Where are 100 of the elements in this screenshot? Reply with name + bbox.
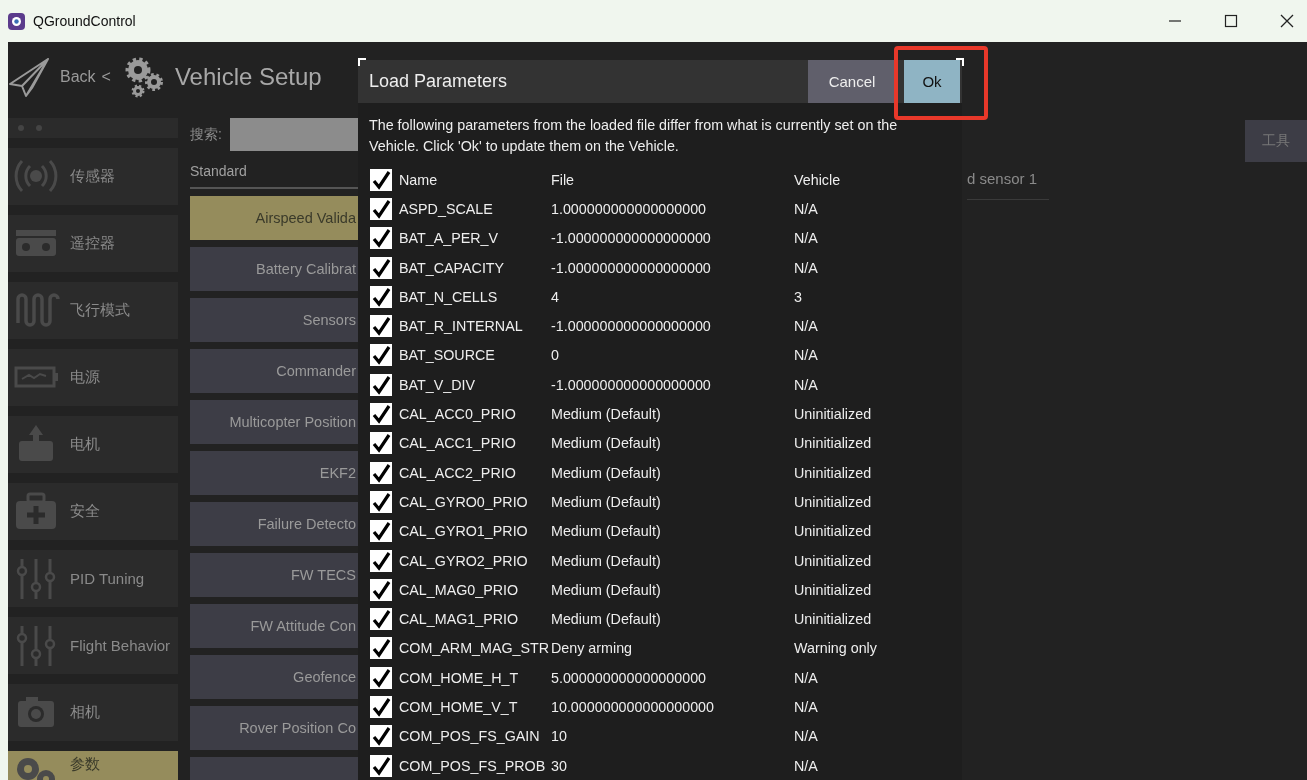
vehicle-value: N/A bbox=[794, 347, 818, 364]
file-value: Medium (Default) bbox=[551, 611, 662, 628]
parameter-group-button[interactable]: Failure Detecto bbox=[190, 502, 358, 546]
parameter-group-button[interactable]: Commander bbox=[190, 349, 358, 393]
vehicle-value: N/A bbox=[794, 318, 818, 335]
paper-plane-icon bbox=[8, 56, 50, 98]
checkbox[interactable] bbox=[370, 403, 392, 425]
file-value: -1.000000000000000000 bbox=[551, 376, 712, 393]
vehicle-value: N/A bbox=[794, 376, 818, 393]
sidebar-item[interactable]: 安全 bbox=[8, 483, 178, 540]
parameter-name: BAT_N_CELLS bbox=[399, 288, 499, 305]
file-value: Medium (Default) bbox=[551, 552, 662, 569]
checkbox[interactable] bbox=[370, 520, 392, 543]
back-button[interactable]: Back < bbox=[60, 68, 111, 86]
checkbox[interactable] bbox=[370, 666, 392, 689]
file-value: -1.000000000000000000 bbox=[551, 259, 712, 276]
vehicle-value: Uninitialized bbox=[794, 611, 872, 628]
vehicle-value: N/A bbox=[794, 259, 818, 276]
vehicle-value: Uninitialized bbox=[794, 435, 872, 452]
sidebar-item[interactable]: 遥控器 bbox=[8, 215, 178, 272]
sidebar-item[interactable]: 电机 bbox=[8, 416, 178, 473]
vehicle-value: N/A bbox=[794, 757, 818, 774]
parameter-name: BAT_SOURCE bbox=[399, 347, 496, 364]
sidebar-item[interactable]: 传感器 bbox=[8, 148, 178, 205]
checkbox[interactable] bbox=[370, 754, 392, 777]
corner-bracket-icon bbox=[956, 58, 964, 66]
sidebar-item[interactable]: 电源 bbox=[8, 349, 178, 406]
checkbox[interactable] bbox=[370, 432, 392, 455]
parameter-group-button[interactable]: EKF2 bbox=[190, 451, 358, 495]
parameter-name: COM_HOME_V_T bbox=[399, 699, 519, 715]
file-value: Medium (Default) bbox=[551, 406, 662, 422]
file-value: Medium (Default) bbox=[551, 581, 662, 598]
parameter-name: CAL_GYRO0_PRIO bbox=[399, 493, 529, 510]
parameter-name: BAT_A_PER_V bbox=[399, 230, 500, 247]
checkbox[interactable] bbox=[370, 227, 392, 250]
checkbox[interactable] bbox=[370, 461, 392, 484]
vehicle-value: N/A bbox=[794, 728, 818, 745]
column-header: File bbox=[551, 171, 576, 188]
file-value: -1.000000000000000000 bbox=[551, 318, 712, 335]
column-header: Name bbox=[399, 171, 439, 188]
parameter-name: BAT_V_DIV bbox=[399, 376, 476, 393]
checkbox[interactable] bbox=[370, 373, 392, 396]
file-value: 30 bbox=[551, 757, 568, 774]
parameter-group-button[interactable]: FW TECS bbox=[190, 553, 358, 597]
parameter-group-button[interactable]: Rover Position Co bbox=[190, 706, 358, 750]
parameter-name: COM_ARM_MAG_STR bbox=[399, 640, 551, 657]
file-value: Medium (Default) bbox=[551, 523, 662, 540]
file-value: 0 bbox=[551, 347, 560, 364]
dialog-title: Load Parameters bbox=[369, 71, 509, 92]
ok-button[interactable]: Ok bbox=[904, 60, 960, 103]
vehicle-value: Uninitialized bbox=[794, 406, 872, 422]
checkbox[interactable] bbox=[370, 578, 392, 601]
file-value: 10 bbox=[551, 728, 568, 745]
parameter-name: ASPD_SCALE bbox=[399, 200, 494, 217]
vehicle-value: 3 bbox=[794, 288, 802, 305]
sidebar-item[interactable]: 飞行模式 bbox=[8, 282, 178, 339]
checkbox[interactable] bbox=[370, 315, 392, 338]
parameter-name: BAT_R_INTERNAL bbox=[399, 318, 524, 335]
vehicle-value: N/A bbox=[794, 669, 818, 686]
parameter-name: COM_POS_FS_GAIN bbox=[399, 728, 541, 745]
corner-bracket-icon bbox=[358, 58, 366, 66]
sidebar-item[interactable]: PID Tuning bbox=[8, 550, 178, 607]
page-title: Vehicle Setup bbox=[174, 63, 322, 91]
parameter-name: CAL_ACC1_PRIO bbox=[399, 435, 517, 452]
vehicle-value: Uninitialized bbox=[794, 523, 872, 540]
parameter-description: d sensor 1 bbox=[967, 170, 1049, 200]
checkbox[interactable] bbox=[370, 549, 392, 572]
vehicle-value: Warning only bbox=[794, 640, 877, 657]
app-logo-icon bbox=[8, 12, 25, 30]
parameter-name: COM_POS_FS_PROB bbox=[399, 757, 547, 774]
sidebar-item[interactable]: 参数 bbox=[8, 751, 178, 780]
checkbox[interactable] bbox=[370, 725, 392, 748]
vehicle-value: Uninitialized bbox=[794, 464, 872, 481]
parameter-group-button[interactable]: Sensors bbox=[190, 298, 358, 342]
file-value: 5.000000000000000000 bbox=[551, 669, 708, 686]
parameter-group-button[interactable]: Airspeed Valida bbox=[190, 196, 358, 240]
cancel-button[interactable]: Cancel bbox=[808, 60, 896, 103]
search-field[interactable] bbox=[229, 118, 358, 151]
vehicle-value: N/A bbox=[794, 200, 818, 217]
checkbox[interactable] bbox=[370, 197, 392, 220]
sidebar-item[interactable]: Flight Behavior bbox=[8, 617, 178, 674]
window-title: QGroundControl bbox=[33, 13, 137, 29]
sidebar-item[interactable]: 相机 bbox=[8, 684, 178, 741]
parameter-group-button[interactable]: Battery Calibrat bbox=[190, 247, 358, 291]
parameter-group-button[interactable]: Multicopter Position bbox=[190, 400, 358, 444]
vehicle-value: Uninitialized bbox=[794, 493, 872, 510]
parameter-group-button[interactable]: FW Attitude Con bbox=[190, 604, 358, 648]
checkbox[interactable] bbox=[370, 608, 392, 631]
parameter-group-button[interactable]: Geofence bbox=[190, 655, 358, 699]
checkbox[interactable] bbox=[370, 344, 392, 367]
parameter-name: BAT_CAPACITY bbox=[399, 259, 506, 276]
file-value: 4 bbox=[551, 288, 560, 305]
checkbox[interactable] bbox=[370, 256, 392, 279]
checkbox[interactable] bbox=[370, 490, 392, 513]
checkbox[interactable] bbox=[370, 637, 392, 660]
parameter-name: COM_HOME_H_T bbox=[399, 669, 520, 686]
checkbox[interactable] bbox=[370, 696, 392, 718]
checkbox[interactable] bbox=[370, 168, 392, 191]
checkbox[interactable] bbox=[370, 285, 392, 308]
parameter-name: CAL_MAG1_PRIO bbox=[399, 611, 520, 628]
